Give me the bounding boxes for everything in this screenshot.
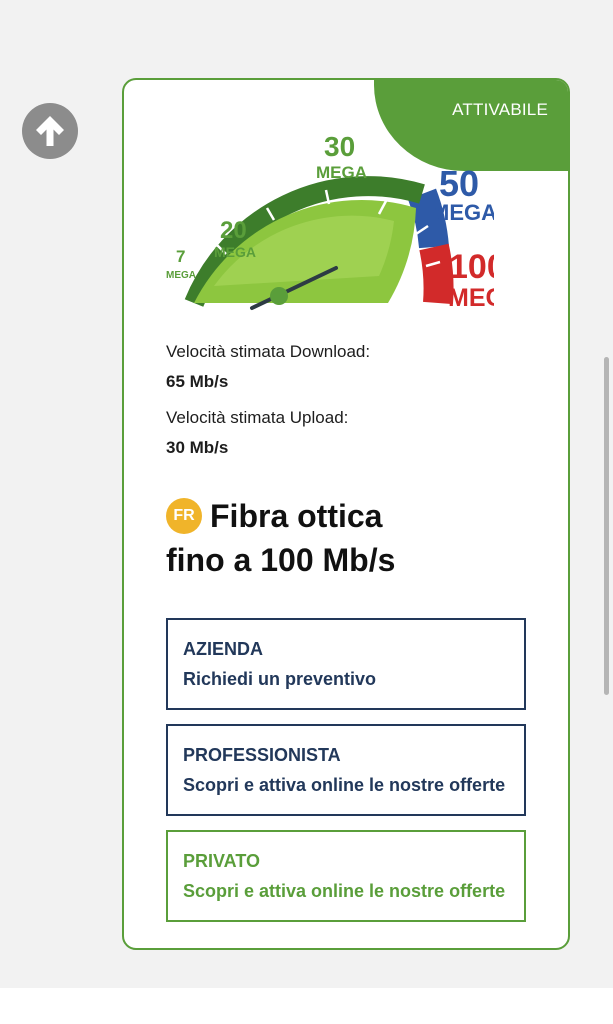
upload-label: Velocità stimata Upload: <box>166 408 349 427</box>
gauge-label-20: 20 <box>220 217 247 244</box>
arrow-up-icon <box>36 116 64 146</box>
gauge-band-100 <box>419 243 454 305</box>
gauge-label-7: 7 <box>176 247 185 266</box>
upload-value: 30 Mb/s <box>166 438 229 457</box>
gauge-unit-7: MEGA <box>166 270 196 281</box>
gauge-unit-50: MEGA <box>431 200 494 225</box>
gauge-unit-20: MEGA <box>214 244 256 260</box>
technology-title-line1: FR Fibra ottica <box>166 494 395 538</box>
speed-gauge: 7 MEGA 20 MEGA 30 MEGA 50 MEGA 100 MEGA <box>166 131 494 312</box>
gauge-unit-30: MEGA <box>316 163 367 182</box>
offer-azienda-subtitle: Richiedi un preventivo <box>183 669 377 689</box>
technology-title-text: Fibra ottica <box>210 498 383 534</box>
speed-info: Velocità stimata Download: 65 Mb/s Veloc… <box>166 342 370 458</box>
technology-title-line2: fino a 100 Mb/s <box>166 542 396 578</box>
scroll-to-top-button[interactable] <box>22 103 78 159</box>
scrollbar[interactable] <box>604 357 609 695</box>
gauge-needle-hub <box>270 287 288 305</box>
availability-badge-label: ATTIVABILE <box>452 100 548 119</box>
offer-card: ATTIVABILE 7 MEGA 20 MEGA 30 MEGA 50 MEG… <box>122 78 570 950</box>
bottom-strip <box>0 988 613 1024</box>
technology-title: FR Fibra ottica fino a 100 Mb/s <box>166 494 395 582</box>
gauge-label-50: 50 <box>439 163 479 204</box>
download-label: Velocità stimata Download: <box>166 342 371 361</box>
offer-professionista-subtitle: Scopri e attiva online le nostre offerte <box>183 775 506 795</box>
gauge-label-100: 100 <box>449 248 494 286</box>
offer-privato-button[interactable]: PRIVATO Scopri e attiva online le nostre… <box>166 830 526 922</box>
offer-azienda-title: AZIENDA <box>183 639 263 659</box>
download-info: Velocità stimata Download: 65 Mb/s <box>166 342 370 392</box>
offer-azienda-button[interactable]: AZIENDA Richiedi un preventivo <box>166 618 526 710</box>
offer-privato-title: PRIVATO <box>183 851 261 871</box>
fr-badge: FR <box>166 497 202 534</box>
gauge-label-30: 30 <box>324 131 355 162</box>
download-value: 65 Mb/s <box>166 372 229 391</box>
upload-info: Velocità stimata Upload: 30 Mb/s <box>166 408 370 458</box>
offer-professionista-title: PROFESSIONISTA <box>183 745 341 765</box>
gauge-unit-100: MEGA <box>448 284 494 312</box>
offer-professionista-button[interactable]: PROFESSIONISTA Scopri e attiva online le… <box>166 724 526 816</box>
offer-privato-subtitle: Scopri e attiva online le nostre offerte <box>183 881 506 901</box>
page: ATTIVABILE 7 MEGA 20 MEGA 30 MEGA 50 MEG… <box>0 0 613 1024</box>
